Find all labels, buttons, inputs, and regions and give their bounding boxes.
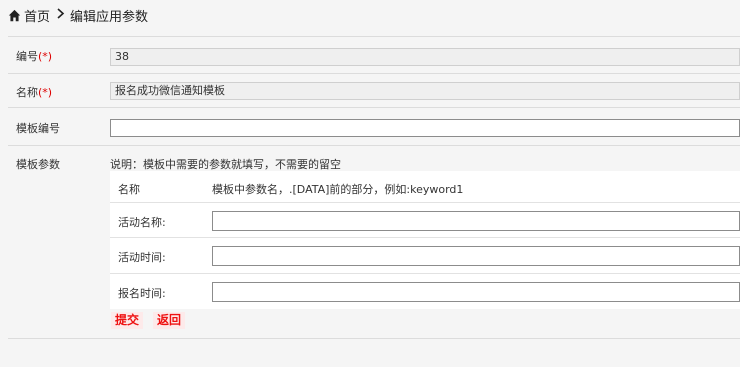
signup-time-input[interactable] [212, 282, 740, 302]
params-header-desc: 模板中参数名，.[DATA]前的部分，例如:keyword1 [212, 183, 464, 196]
template-no-label: 模板编号 [16, 122, 60, 135]
activity-time-label: 活动时间: [118, 251, 166, 264]
form-row-name: 名称(*) 报名成功微信通知模板 [8, 73, 740, 106]
form-divider [8, 338, 740, 339]
id-required-mark: (*) [38, 50, 53, 63]
activity-name-input[interactable] [212, 211, 740, 231]
signup-time-label: 报名时间: [118, 287, 166, 300]
name-field: 报名成功微信通知模板 [110, 82, 740, 100]
params-row-activity-name: 活动名称: [110, 202, 740, 237]
form-row-template-params: 模板参数 说明：模板中需要的参数就填写，不需要的留空 名称 模板中参数名，.[D… [8, 145, 740, 315]
params-row-activity-time: 活动时间: [110, 237, 740, 273]
params-table-header: 名称 模板中参数名，.[DATA]前的部分，例如:keyword1 [110, 171, 740, 202]
activity-name-label: 活动名称: [118, 216, 166, 229]
chevron-right-icon [56, 7, 65, 23]
breadcrumb-current: 编辑应用参数 [70, 9, 149, 25]
back-button[interactable]: 返回 [153, 312, 186, 329]
template-params-label: 模板参数 [16, 158, 60, 171]
breadcrumb-home[interactable]: 首页 [24, 6, 50, 25]
activity-time-input[interactable] [212, 246, 740, 266]
form-row-id: 编号(*) 38 [8, 36, 740, 72]
form-row-template-no: 模板编号 [8, 107, 740, 144]
id-label: 编号(*) [16, 50, 53, 63]
home-icon[interactable] [8, 9, 21, 22]
name-label: 名称(*) [16, 86, 53, 99]
id-field: 38 [110, 48, 740, 66]
params-header-name: 名称 [118, 183, 140, 196]
params-table: 名称 模板中参数名，.[DATA]前的部分，例如:keyword1 活动名称: … [110, 171, 740, 309]
name-required-mark: (*) [38, 86, 53, 99]
params-row-signup-time: 报名时间: [110, 273, 740, 309]
template-params-hint: 说明：模板中需要的参数就填写，不需要的留空 [110, 158, 341, 171]
submit-button[interactable]: 提交 [111, 312, 144, 329]
template-no-input[interactable] [110, 119, 740, 137]
breadcrumb: 首页 编辑应用参数 [0, 0, 740, 30]
